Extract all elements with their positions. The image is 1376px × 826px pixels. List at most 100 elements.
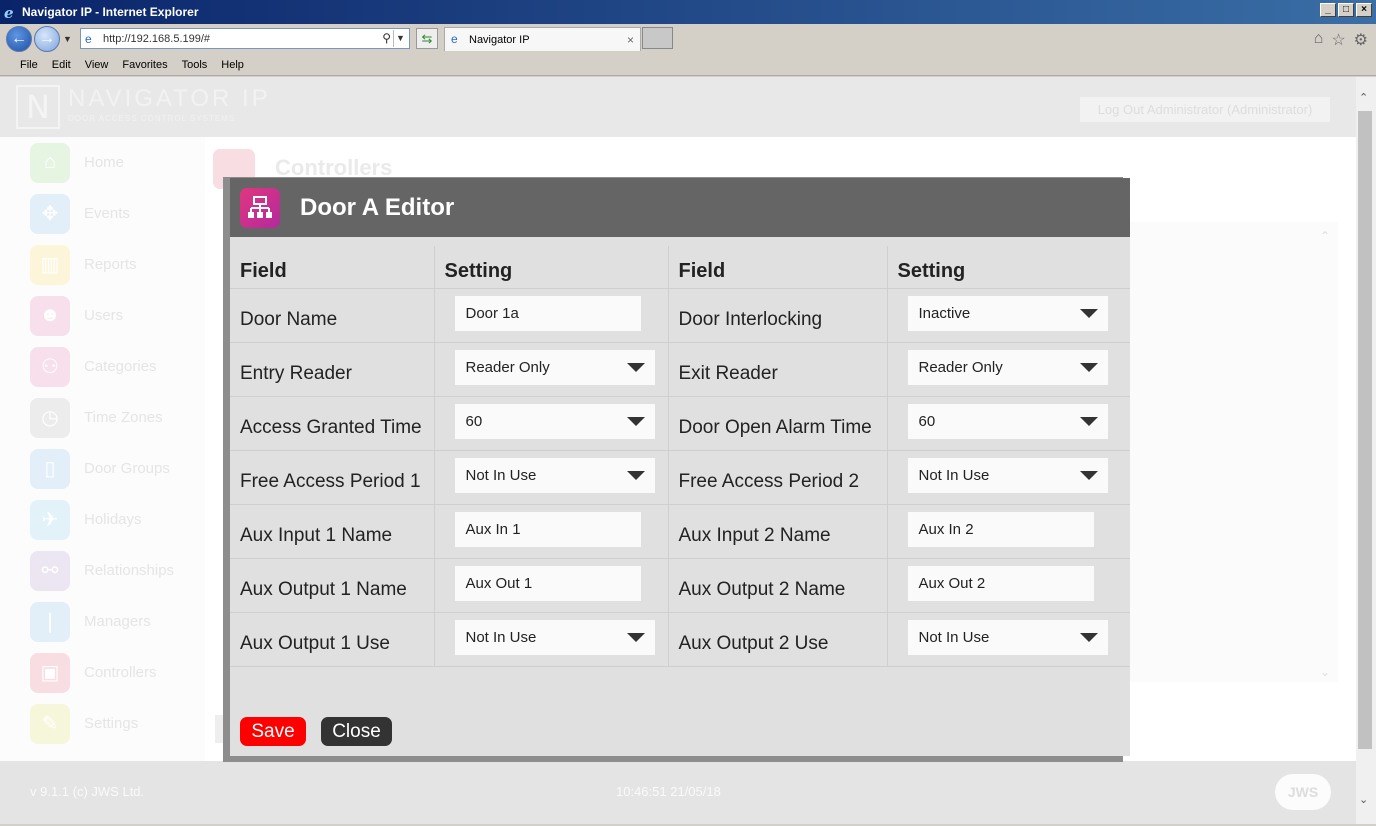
- field-label: Aux Input 2 Name: [668, 504, 888, 559]
- sidebar-item-relationships[interactable]: ⚯ Relationships: [0, 545, 205, 596]
- sidebar: ⌂ Home ✥ Events ▥ Reports ☻ Users ⚇ Categories ◷ Ti…: [0, 137, 205, 761]
- events-icon: ✥: [30, 193, 70, 234]
- home-icon: ⌂: [30, 142, 70, 183]
- save-button[interactable]: Save: [240, 717, 306, 746]
- setting-dropdown[interactable]: 60: [907, 403, 1108, 439]
- manager-icon: ❘: [30, 601, 70, 642]
- window-titlebar: e Navigator IP - Internet Explorer _ □ ×: [0, 0, 1376, 24]
- menu-edit[interactable]: Edit: [52, 59, 71, 71]
- setting-dropdown[interactable]: Reader Only: [454, 349, 655, 385]
- tab-close-icon[interactable]: ×: [627, 33, 634, 47]
- forward-button[interactable]: →: [34, 26, 60, 52]
- scroll-down-icon[interactable]: ⌄: [1359, 793, 1368, 806]
- page-scrollbar[interactable]: ⌃ ⌄: [1356, 77, 1376, 824]
- sidebar-item-categories[interactable]: ⚇ Categories: [0, 341, 205, 392]
- dropdown-caret-icon: [1079, 416, 1098, 426]
- back-button[interactable]: ←: [6, 26, 32, 52]
- brand: N NAVIGATOR IP DOOR ACCESS CONTROL SYSTE…: [16, 85, 271, 129]
- scroll-thumb[interactable]: [1358, 111, 1372, 749]
- maximize-button[interactable]: □: [1338, 3, 1354, 17]
- setting-dropdown[interactable]: Reader Only: [907, 349, 1108, 385]
- tab-page-icon: e: [451, 32, 458, 46]
- sidebar-item-door-groups[interactable]: ▯ Door Groups: [0, 443, 205, 494]
- table-row: Aux Input 1 Name Aux In 1 Aux Input 2 Name…: [230, 504, 1130, 559]
- address-text: http://192.168.5.199/#: [103, 32, 211, 45]
- field-label: Door Open Alarm Time: [668, 396, 888, 451]
- menu-favorites[interactable]: Favorites: [122, 59, 167, 71]
- sidebar-item-label: Relationships: [84, 562, 175, 579]
- scroll-up-icon[interactable]: ⌃: [1359, 91, 1368, 104]
- setting-text-input[interactable]: Aux Out 1: [454, 565, 641, 601]
- setting-text-input[interactable]: Door 1a: [454, 295, 641, 331]
- history-dropdown-icon[interactable]: ▼: [63, 34, 72, 44]
- setting-cell: Reader Only: [887, 342, 1130, 397]
- setting-dropdown[interactable]: Not In Use: [454, 619, 655, 655]
- setting-value: Aux Out 2: [918, 574, 986, 592]
- setting-value: Reader Only: [465, 358, 550, 376]
- modal-header: Door A Editor: [230, 178, 1130, 237]
- app-footer: v 9.1.1 (c) JWS Ltd. 10:46:51 21/05/18 J…: [0, 761, 1356, 824]
- menu-help[interactable]: Help: [221, 59, 244, 71]
- field-label: Aux Output 2 Name: [668, 558, 888, 613]
- sidebar-item-home[interactable]: ⌂ Home: [0, 137, 205, 188]
- favorites-star-icon[interactable]: ☆: [1331, 30, 1345, 50]
- menu-tools[interactable]: Tools: [182, 59, 208, 71]
- table-row: Aux Output 1 Name Aux Out 1 Aux Output 2 N…: [230, 558, 1130, 613]
- network-icon: [240, 188, 280, 228]
- users-icon: ☻: [30, 295, 70, 336]
- menu-view[interactable]: View: [85, 59, 109, 71]
- sidebar-item-label: Settings: [84, 715, 139, 732]
- sidebar-item-controllers[interactable]: ▣ Controllers: [0, 647, 205, 698]
- setting-dropdown[interactable]: 60: [454, 403, 655, 439]
- setting-value: Not In Use: [918, 466, 990, 484]
- minimize-button[interactable]: _: [1320, 3, 1336, 17]
- menu-file[interactable]: File: [20, 59, 38, 71]
- sidebar-item-events[interactable]: ✥ Events: [0, 188, 205, 239]
- sidebar-item-reports[interactable]: ▥ Reports: [0, 239, 205, 290]
- settings-gear-icon[interactable]: ⚙: [1354, 30, 1368, 50]
- sidebar-item-holidays[interactable]: ✈ Holidays: [0, 494, 205, 545]
- setting-value: Aux In 1: [465, 520, 521, 538]
- dropdown-caret-icon: [626, 470, 645, 480]
- controller-list-background: [1130, 222, 1338, 682]
- setting-text-input[interactable]: Aux Out 2: [907, 565, 1094, 601]
- setting-dropdown[interactable]: Not In Use: [907, 457, 1108, 493]
- logout-link[interactable]: Log Out Administrator (Administrator): [1080, 97, 1330, 122]
- column-header-setting: Setting: [434, 246, 669, 289]
- search-icon[interactable]: ⚲: [382, 31, 391, 45]
- address-dropdown-icon[interactable]: ▼: [393, 30, 407, 47]
- setting-dropdown[interactable]: Inactive: [907, 295, 1108, 331]
- setting-cell: 60: [887, 396, 1130, 451]
- field-label: Free Access Period 1: [230, 450, 435, 505]
- sidebar-item-time-zones[interactable]: ◷ Time Zones: [0, 392, 205, 443]
- table-row: Entry Reader Reader Only Exit Reader Reader…: [230, 342, 1130, 397]
- window-controls: _ □ ×: [1320, 3, 1372, 17]
- home-browser-icon[interactable]: ⌂: [1314, 30, 1324, 50]
- door-editor-modal: Door A Editor Field Setting Field Settin…: [230, 178, 1130, 756]
- table-row: Free Access Period 1 Not In Use Free Acces…: [230, 450, 1130, 505]
- browser-tab[interactable]: e Navigator IP ×: [444, 27, 641, 51]
- sidebar-item-label: Home: [84, 154, 125, 171]
- navigator-logo-icon: N: [16, 85, 60, 129]
- sidebar-item-settings[interactable]: ✎ Settings: [0, 698, 205, 749]
- sidebar-item-label: Events: [84, 205, 130, 222]
- sidebar-item-label: Door Groups: [84, 460, 170, 477]
- new-tab-button[interactable]: [642, 27, 673, 49]
- setting-dropdown[interactable]: Not In Use: [454, 457, 655, 493]
- brand-subtitle: DOOR ACCESS CONTROL SYSTEMS: [68, 114, 236, 123]
- setting-text-input[interactable]: Aux In 2: [907, 511, 1094, 547]
- field-label: Aux Input 1 Name: [230, 504, 435, 559]
- tab-label: Navigator IP: [469, 33, 530, 46]
- setting-text-input[interactable]: Aux In 1: [454, 511, 641, 547]
- setting-value: Aux In 2: [918, 520, 974, 538]
- close-button[interactable]: Close: [321, 717, 392, 746]
- setting-dropdown[interactable]: Not In Use: [907, 619, 1108, 655]
- list-scroll-up-icon: ⌃: [1320, 229, 1331, 243]
- field-label: Free Access Period 2: [668, 450, 888, 505]
- close-window-button[interactable]: ×: [1356, 3, 1372, 17]
- clock-text: 10:46:51 21/05/18: [616, 784, 721, 799]
- address-bar[interactable]: e http://192.168.5.199/# ⚲ ▼: [80, 28, 410, 49]
- sidebar-item-managers[interactable]: ❘ Managers: [0, 596, 205, 647]
- sidebar-item-users[interactable]: ☻ Users: [0, 290, 205, 341]
- refresh-button[interactable]: ⇆: [416, 28, 438, 49]
